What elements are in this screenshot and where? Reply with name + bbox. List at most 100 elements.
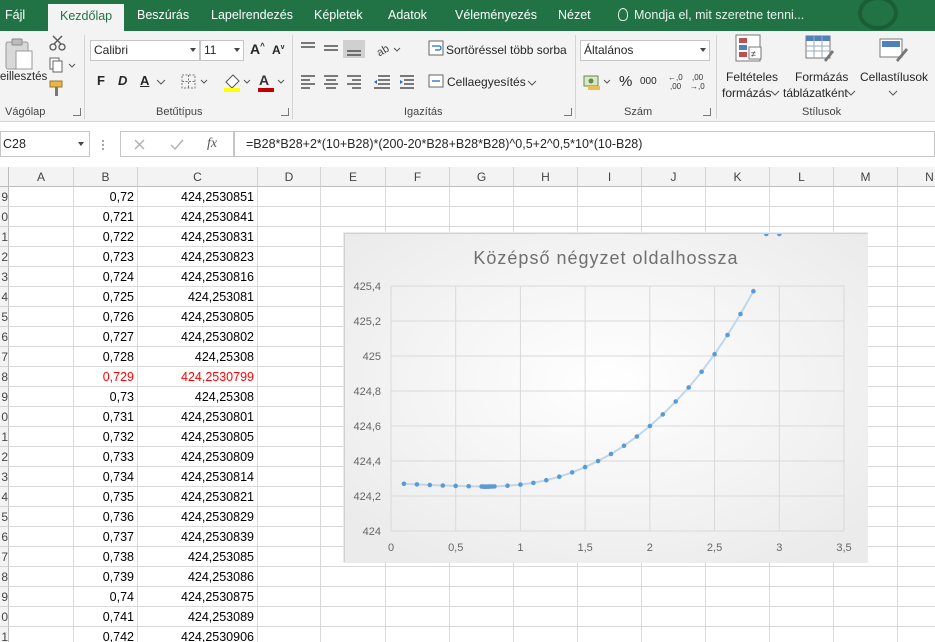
format-as-table-icon[interactable] bbox=[804, 34, 834, 62]
cell-b[interactable]: 0,74 bbox=[74, 587, 138, 607]
cell-b[interactable]: 0,742 bbox=[74, 627, 138, 642]
cell-a[interactable] bbox=[9, 527, 74, 547]
cell-a[interactable] bbox=[9, 627, 74, 642]
row-header[interactable]: 2 bbox=[0, 447, 9, 467]
cell-b[interactable]: 0,738 bbox=[74, 547, 138, 567]
format-painter-icon[interactable] bbox=[48, 79, 68, 97]
underline-button[interactable]: A bbox=[140, 73, 149, 88]
row-header[interactable]: 6 bbox=[0, 327, 9, 347]
alignment-launcher-icon[interactable] bbox=[564, 108, 572, 116]
cell-c[interactable]: 424,2530906 bbox=[138, 627, 258, 642]
name-box[interactable]: C28 bbox=[0, 131, 90, 157]
column-header-i[interactable]: I bbox=[578, 167, 642, 187]
cell-a[interactable] bbox=[9, 467, 74, 487]
column-header-m[interactable]: M bbox=[834, 167, 898, 187]
chevron-down-icon[interactable] bbox=[770, 88, 780, 98]
cell-c[interactable]: 424,25308 bbox=[138, 387, 258, 407]
cell-b[interactable]: 0,727 bbox=[74, 327, 138, 347]
insert-function-icon[interactable]: fx bbox=[207, 136, 217, 152]
select-all-corner[interactable] bbox=[0, 167, 9, 187]
scatter-chart[interactable]: Középső négyzet oldalhossza 424 424,2 424,4… bbox=[344, 233, 868, 563]
cell-c[interactable]: 424,2530851 bbox=[138, 187, 258, 207]
column-header-b[interactable]: B bbox=[74, 167, 138, 187]
cut-icon[interactable] bbox=[48, 35, 68, 51]
cell-b[interactable]: 0,735 bbox=[74, 487, 138, 507]
cell-c[interactable]: 424,2530841 bbox=[138, 207, 258, 227]
cell-c[interactable]: 424,2530802 bbox=[138, 327, 258, 347]
cell-a[interactable] bbox=[9, 567, 74, 587]
row-header[interactable]: 9 bbox=[0, 187, 9, 207]
chevron-down-icon[interactable] bbox=[527, 78, 537, 88]
row-header[interactable]: 4 bbox=[0, 487, 9, 507]
paste-label[interactable]: eillesztés bbox=[0, 71, 47, 83]
cell-b[interactable]: 0,728 bbox=[74, 347, 138, 367]
cell-a[interactable] bbox=[9, 267, 74, 287]
column-header-e[interactable]: E bbox=[321, 167, 386, 187]
cell-a[interactable] bbox=[9, 347, 74, 367]
column-header-g[interactable]: G bbox=[450, 167, 514, 187]
cell-c[interactable]: 424,2530839 bbox=[138, 527, 258, 547]
cell-c[interactable]: 424,2530801 bbox=[138, 407, 258, 427]
tab-formulas[interactable]: Képletek bbox=[314, 0, 363, 31]
conditional-formatting-label-2[interactable]: formázás bbox=[722, 86, 771, 100]
cell-c[interactable]: 424,2530799 bbox=[138, 367, 258, 387]
cell-c[interactable]: 424,25308 bbox=[138, 347, 258, 367]
cell-b[interactable]: 0,732 bbox=[74, 427, 138, 447]
cell-c[interactable]: 424,2530831 bbox=[138, 227, 258, 247]
font-name-combo[interactable]: Calibri bbox=[90, 40, 200, 61]
column-header-l[interactable]: L bbox=[770, 167, 834, 187]
row-header[interactable]: 4 bbox=[0, 287, 9, 307]
feedback-smiley-icon[interactable] bbox=[858, 0, 898, 30]
decimal-buttons[interactable]: ←,0,00 ,00→,0 bbox=[667, 72, 713, 92]
cell-b[interactable]: 0,723 bbox=[74, 247, 138, 267]
cell-b[interactable]: 0,724 bbox=[74, 267, 138, 287]
cell-c[interactable]: 424,2530805 bbox=[138, 427, 258, 447]
cell-a[interactable] bbox=[9, 327, 74, 347]
cell-c[interactable]: 424,2530823 bbox=[138, 247, 258, 267]
percent-button[interactable]: % bbox=[619, 73, 632, 90]
cell-c[interactable]: 424,2530809 bbox=[138, 447, 258, 467]
cell-b[interactable]: 0,72 bbox=[74, 187, 138, 207]
row-header[interactable]: 3 bbox=[0, 467, 9, 487]
column-header-n[interactable]: N bbox=[898, 167, 935, 187]
wrap-text-button[interactable]: Sortöréssel több sorba bbox=[446, 43, 567, 57]
row-header[interactable]: 7 bbox=[0, 547, 9, 567]
cell-c[interactable]: 424,253085 bbox=[138, 547, 258, 567]
row-header[interactable]: 8 bbox=[0, 367, 9, 387]
cell-a[interactable] bbox=[9, 247, 74, 267]
cell-c[interactable]: 424,253086 bbox=[138, 567, 258, 587]
chevron-down-icon[interactable] bbox=[846, 88, 856, 98]
row-header[interactable]: 5 bbox=[0, 507, 9, 527]
horizontal-align-icons[interactable] bbox=[298, 73, 418, 91]
cell-a[interactable] bbox=[9, 307, 74, 327]
font-launcher-icon[interactable] bbox=[281, 108, 289, 116]
cell-c[interactable]: 424,2530805 bbox=[138, 307, 258, 327]
cell-b[interactable]: 0,737 bbox=[74, 527, 138, 547]
enter-icon[interactable] bbox=[169, 138, 185, 152]
cell-a[interactable] bbox=[9, 487, 74, 507]
cell-b[interactable]: 0,734 bbox=[74, 467, 138, 487]
resize-handle-icon[interactable] bbox=[100, 139, 106, 151]
row-header[interactable]: 2 bbox=[0, 247, 9, 267]
grow-font-icon[interactable]: A^ bbox=[250, 41, 265, 57]
row-header[interactable]: 7 bbox=[0, 347, 9, 367]
cell-styles-label[interactable]: Cellastílusok bbox=[860, 70, 928, 84]
cell-b[interactable]: 0,739 bbox=[74, 567, 138, 587]
conditional-formatting-label[interactable]: Feltételes bbox=[726, 70, 778, 84]
tab-insert[interactable]: Beszúrás bbox=[137, 0, 189, 31]
row-header[interactable]: 3 bbox=[0, 267, 9, 287]
cell-b[interactable]: 0,731 bbox=[74, 407, 138, 427]
cancel-icon[interactable] bbox=[133, 138, 147, 152]
format-as-table-label-2[interactable]: táblázatként bbox=[783, 86, 848, 100]
borders-icon[interactable] bbox=[180, 72, 210, 92]
cell-c[interactable]: 424,2530829 bbox=[138, 507, 258, 527]
italic-button[interactable]: D bbox=[118, 73, 127, 88]
shrink-font-icon[interactable]: Av bbox=[272, 43, 285, 57]
cell-a[interactable] bbox=[9, 227, 74, 247]
cell-a[interactable] bbox=[9, 547, 74, 567]
row-header[interactable]: 6 bbox=[0, 527, 9, 547]
cell-a[interactable] bbox=[9, 387, 74, 407]
row-header[interactable]: 0 bbox=[0, 207, 9, 227]
format-as-table-label[interactable]: Formázás bbox=[795, 70, 848, 84]
cell-a[interactable] bbox=[9, 587, 74, 607]
